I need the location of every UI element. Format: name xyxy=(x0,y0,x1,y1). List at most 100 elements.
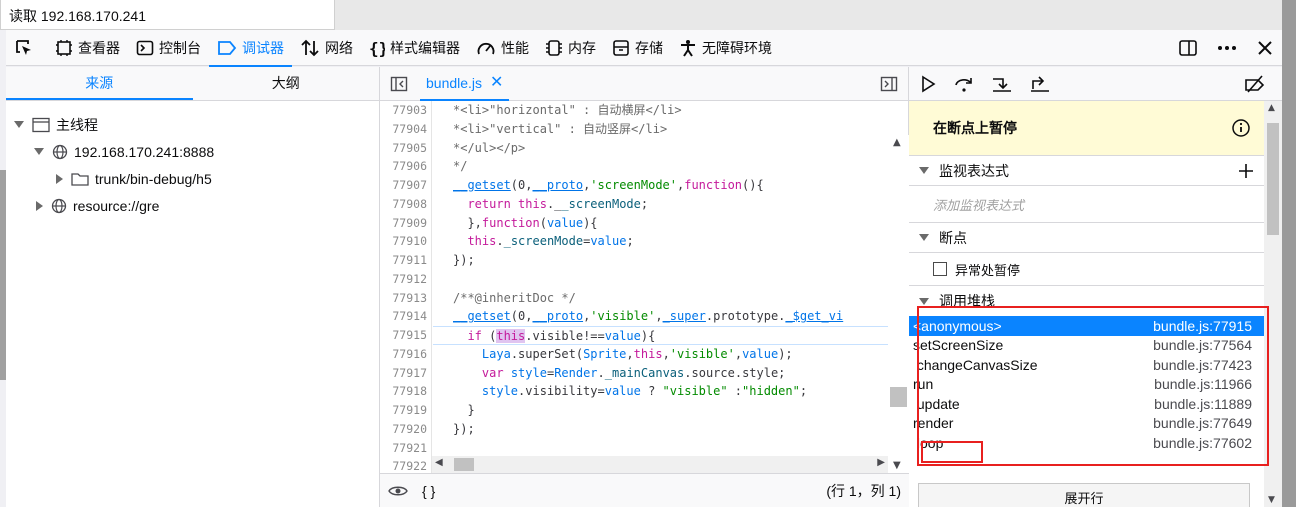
code-line[interactable]: }); xyxy=(433,251,888,270)
close-icon[interactable] xyxy=(1256,39,1274,57)
line-number[interactable]: 77914 xyxy=(380,307,431,326)
dock-toggle-icon[interactable] xyxy=(1178,38,1198,58)
step-in-icon[interactable] xyxy=(991,75,1013,93)
pause-on-exceptions[interactable]: 异常处暂停 xyxy=(909,253,1264,286)
checkbox[interactable] xyxy=(933,262,947,276)
scroll-up-icon[interactable]: ▲ xyxy=(893,137,901,148)
line-number[interactable]: 77910 xyxy=(380,232,431,251)
editor-vertical-scrollbar[interactable]: ▲ ▼ xyxy=(888,135,909,473)
code-line[interactable]: *<li>"horizontal" : 自动横屏</li> xyxy=(433,101,888,120)
tab-accessibility[interactable]: 无障碍环境 xyxy=(671,30,780,66)
line-number[interactable]: 77916 xyxy=(380,345,431,364)
code-line[interactable]: Laya.superSet(Sprite,this,'visible',valu… xyxy=(433,345,888,364)
line-number[interactable]: 77908 xyxy=(380,195,431,214)
code-line[interactable]: this._screenMode=value; xyxy=(433,232,888,251)
scroll-thumb[interactable] xyxy=(890,387,907,407)
code-lines[interactable]: *<li>"horizontal" : 自动横屏</li> *<li>"verti… xyxy=(433,101,888,473)
toggle-debugger-panel-icon[interactable] xyxy=(880,75,898,93)
line-number[interactable]: 77920 xyxy=(380,420,431,439)
tab-memory[interactable]: 内存 xyxy=(537,30,604,66)
code-line[interactable] xyxy=(433,270,888,289)
source-tree: 主线程 192.168.170.241:8888 trunk/bin-debug… xyxy=(6,101,379,219)
line-number[interactable]: 77909 xyxy=(380,214,431,233)
code-line[interactable] xyxy=(433,439,888,458)
tab-inspector[interactable]: 查看器 xyxy=(47,30,128,66)
tab-label: 查看器 xyxy=(78,39,120,56)
line-number[interactable]: 77903 xyxy=(380,101,431,120)
tab-outline[interactable]: 大纲 xyxy=(193,67,380,100)
step-out-icon[interactable] xyxy=(1029,75,1051,93)
expand-rows-button[interactable]: 展开行 xyxy=(918,483,1250,507)
line-number[interactable]: 77921 xyxy=(380,439,431,458)
tab-storage[interactable]: 存储 xyxy=(604,30,671,66)
tree-item-main-thread[interactable]: 主线程 xyxy=(6,111,379,138)
code-line[interactable]: *<li>"vertical" : 自动竖屏</li> xyxy=(433,120,888,139)
code-line[interactable]: },function(value){ xyxy=(433,214,888,233)
pretty-print-button[interactable]: { } xyxy=(422,483,435,499)
resume-icon[interactable] xyxy=(919,75,937,93)
info-icon[interactable] xyxy=(1232,119,1250,137)
code-line[interactable]: }); xyxy=(433,420,888,439)
step-over-icon[interactable] xyxy=(953,75,975,93)
line-number[interactable]: 77904 xyxy=(380,120,431,139)
watch-expression-input[interactable]: 添加监视表达式 xyxy=(909,186,1264,223)
code-line[interactable]: */ xyxy=(433,157,888,176)
scroll-down-icon[interactable]: ▼ xyxy=(893,460,901,471)
breakpoints-header[interactable]: 断点 xyxy=(909,223,1264,253)
more-options-icon[interactable] xyxy=(1216,38,1238,58)
tab-network[interactable]: 网络 xyxy=(292,30,361,66)
scroll-thumb[interactable] xyxy=(454,458,474,471)
code-line[interactable]: __getset(0,__proto,'screenMode',function… xyxy=(433,176,888,195)
memory-chip-icon xyxy=(546,39,562,56)
line-number[interactable]: 77906 xyxy=(380,157,431,176)
editor-horizontal-scrollbar[interactable]: ◀ ▶ xyxy=(432,456,888,473)
close-tab-icon[interactable]: ✕ xyxy=(490,67,503,99)
line-number[interactable]: 77918 xyxy=(380,382,431,401)
folder-icon xyxy=(71,172,89,186)
code-line[interactable]: style.visibility=value ? "visible" :"hid… xyxy=(433,382,888,401)
scroll-up-icon[interactable]: ▲ xyxy=(1268,103,1275,113)
code-line[interactable]: return this.__screenMode; xyxy=(433,195,888,214)
line-number[interactable]: 77919 xyxy=(380,401,431,420)
line-number[interactable]: 77922 xyxy=(380,457,431,473)
scroll-thumb[interactable] xyxy=(1267,123,1279,235)
blackbox-eye-icon[interactable] xyxy=(388,483,408,499)
add-watch-icon[interactable] xyxy=(1238,163,1254,179)
tree-label: trunk/bin-debug/h5 xyxy=(95,170,212,187)
debugger-icon xyxy=(218,40,237,55)
element-picker-button[interactable] xyxy=(6,30,47,66)
editor-tab-bundle[interactable]: bundle.js ✕ xyxy=(420,67,510,101)
tree-item-folder[interactable]: trunk/bin-debug/h5 xyxy=(6,165,379,192)
tab-performance[interactable]: 性能 xyxy=(468,30,537,66)
code-line[interactable]: __getset(0,__proto,'visible',_super.prot… xyxy=(433,307,888,326)
line-number[interactable]: 77905 xyxy=(380,139,431,158)
deactivate-breakpoints-icon[interactable] xyxy=(1244,74,1266,93)
tree-item-host[interactable]: 192.168.170.241:8888 xyxy=(6,138,379,165)
line-number[interactable]: 77912 xyxy=(380,270,431,289)
scroll-left-icon[interactable]: ◀ xyxy=(435,457,443,468)
code-line[interactable]: *</ul></p> xyxy=(433,139,888,158)
code-line[interactable]: /**@inheritDoc */ xyxy=(433,289,888,308)
line-gutter[interactable]: 77903 77904 77905 77906 77907 77908 7790… xyxy=(380,101,432,473)
scroll-down-icon[interactable]: ▼ xyxy=(1268,495,1275,505)
line-number[interactable]: 77911 xyxy=(380,251,431,270)
window-icon xyxy=(32,117,50,132)
code-line[interactable]: if (this.visible!==value){ xyxy=(433,326,888,345)
tab-label: 网络 xyxy=(325,39,353,56)
tab-console[interactable]: 控制台 xyxy=(128,30,209,66)
code-line[interactable]: } xyxy=(433,401,888,420)
line-number[interactable]: 77907 xyxy=(380,176,431,195)
toggle-sources-icon[interactable] xyxy=(390,75,408,93)
tree-label: 192.168.170.241:8888 xyxy=(74,143,215,160)
tab-style-editor[interactable]: {} 样式编辑器 xyxy=(361,30,468,66)
line-number[interactable]: 77915 xyxy=(380,326,431,345)
code-editor[interactable]: 77903 77904 77905 77906 77907 77908 7790… xyxy=(380,101,909,473)
scroll-right-icon[interactable]: ▶ xyxy=(877,457,885,468)
code-line[interactable]: var style=Render._mainCanvas.source.styl… xyxy=(433,364,888,383)
tree-item-resource[interactable]: resource://gre xyxy=(6,192,379,219)
line-number[interactable]: 77913 xyxy=(380,289,431,308)
tab-sources[interactable]: 来源 xyxy=(6,67,193,100)
tab-debugger[interactable]: 调试器 xyxy=(209,30,292,67)
watch-expressions-header[interactable]: 监视表达式 xyxy=(909,156,1264,186)
line-number[interactable]: 77917 xyxy=(380,364,431,383)
